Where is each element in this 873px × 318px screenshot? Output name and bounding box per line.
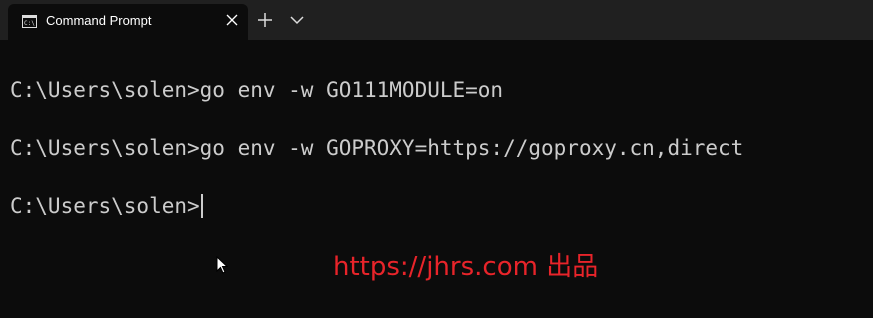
watermark-text: https://jhrs.com 出品 bbox=[333, 252, 599, 282]
terminal-line-1: C:\Users\solen>go env -w GO111MODULE=on bbox=[10, 78, 504, 102]
text-cursor bbox=[200, 194, 203, 218]
mouse-ibeam-cursor-icon bbox=[216, 256, 228, 274]
plus-icon[interactable] bbox=[255, 10, 275, 30]
terminal-prompt: C:\Users\solen> bbox=[10, 194, 200, 218]
close-icon[interactable] bbox=[224, 12, 240, 28]
terminal-window: C:\ Command Prompt C:\Users\solen>go env… bbox=[0, 0, 873, 318]
tab-bar: C:\ Command Prompt bbox=[0, 0, 873, 40]
command-prompt-icon: C:\ bbox=[22, 15, 37, 28]
svg-text:C:\: C:\ bbox=[24, 20, 35, 27]
terminal-output[interactable]: C:\Users\solen>go env -w GO111MODULE=on … bbox=[0, 40, 873, 318]
terminal-line-2: C:\Users\solen>go env -w GOPROXY=https:/… bbox=[10, 136, 744, 160]
chevron-down-icon[interactable] bbox=[289, 12, 305, 28]
tab-title: Command Prompt bbox=[46, 13, 152, 28]
tab-command-prompt[interactable]: C:\ Command Prompt bbox=[8, 4, 248, 40]
terminal-prompt-line: C:\Users\solen> bbox=[10, 194, 203, 218]
